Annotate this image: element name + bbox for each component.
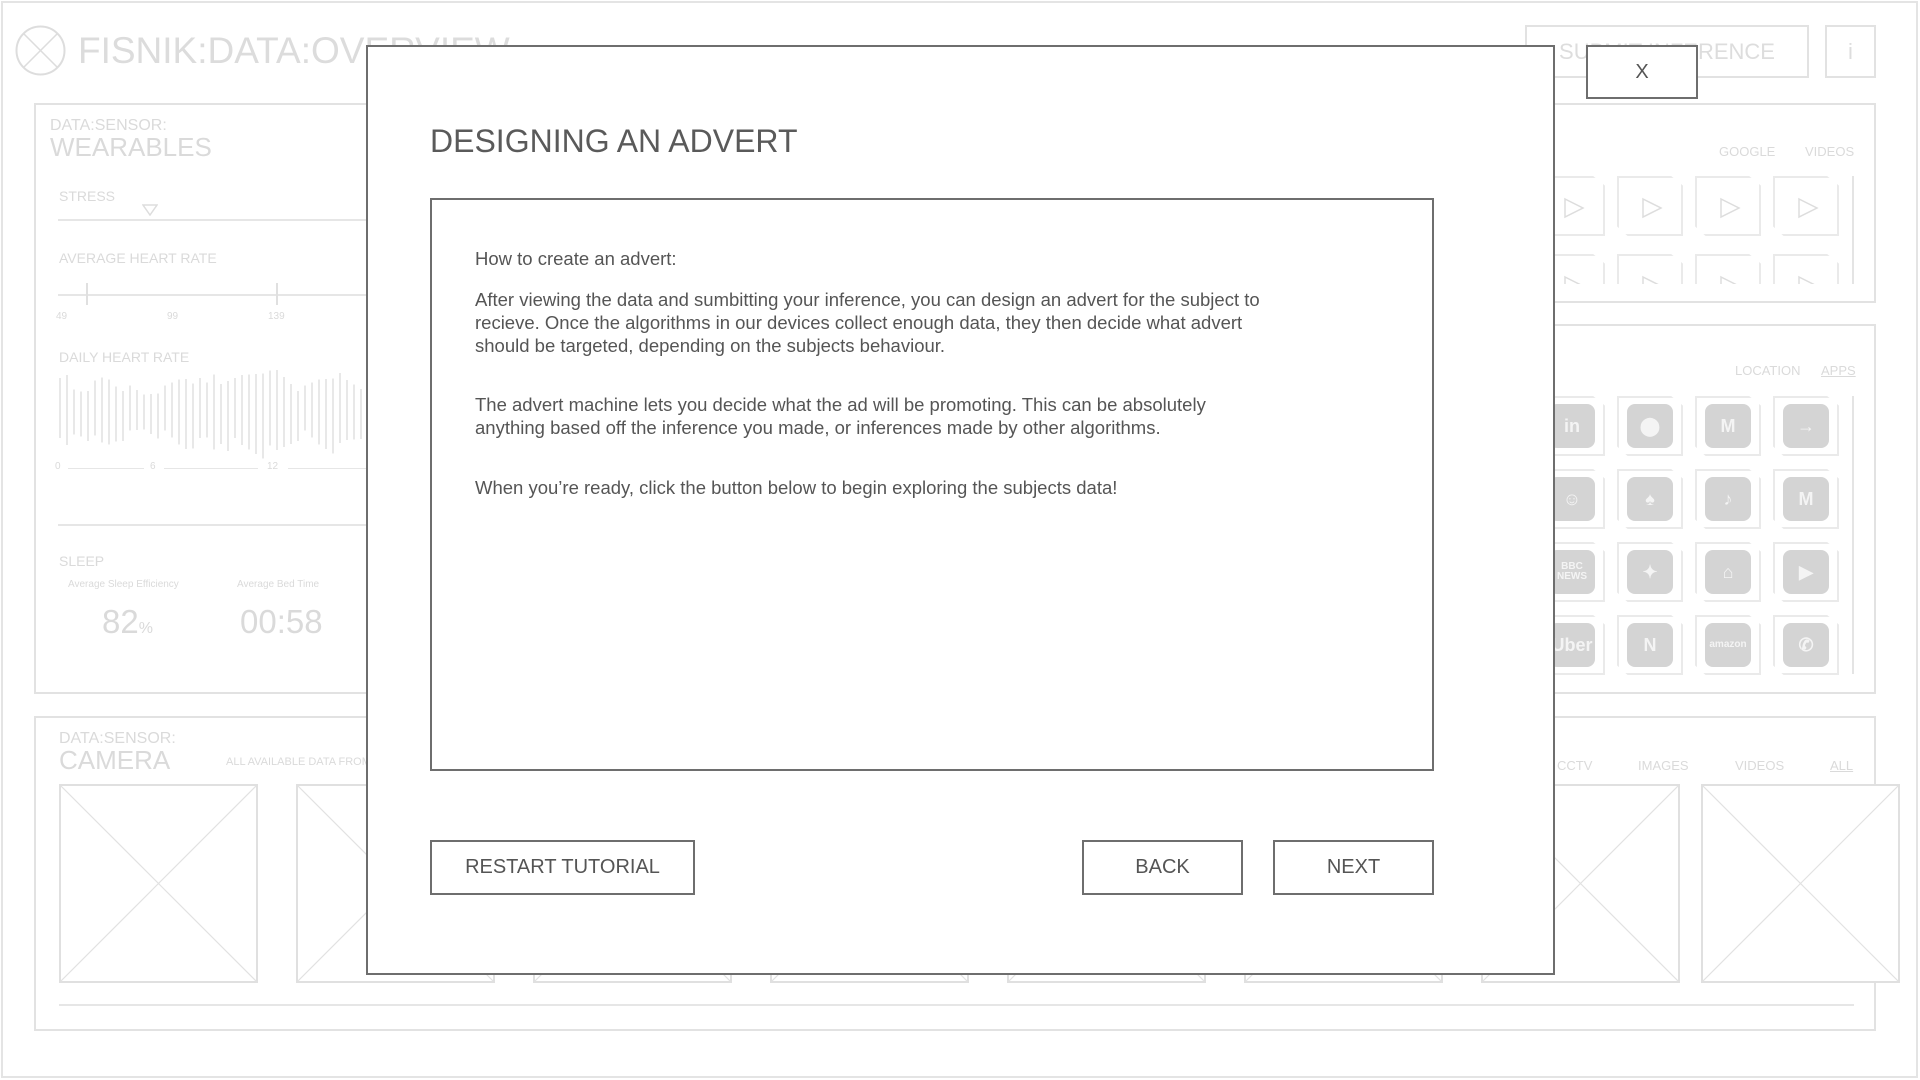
app-tile[interactable]: M — [1773, 469, 1839, 529]
avg-hr-tick: 99 — [167, 311, 179, 322]
app-tile[interactable]: ♪ — [1695, 469, 1761, 529]
avg-hr-tick: 49 — [56, 311, 68, 322]
app-tile[interactable]: ⌂ — [1695, 542, 1761, 602]
app-tile[interactable]: ▶ — [1773, 542, 1839, 602]
stress-slider[interactable] — [58, 219, 378, 221]
app-tile[interactable]: ✆ — [1773, 615, 1839, 675]
tab-apps[interactable]: APPS — [1821, 363, 1856, 378]
sleep-efficiency-label: Average Sleep Efficiency — [68, 579, 179, 590]
modal-text-line: The advert machine lets you decide what … — [475, 394, 1206, 415]
modal-text-line: After viewing the data and sumbitting yo… — [475, 289, 1260, 310]
play-icon — [1564, 275, 1585, 284]
barclays-eagle-icon: ♠ — [1627, 477, 1673, 521]
image-placeholder-icon — [1703, 786, 1898, 981]
video-tile[interactable] — [1773, 254, 1839, 284]
bed-time-value: 00:58 — [240, 603, 323, 640]
daily-hr-tick: 0 — [55, 461, 61, 472]
tab-all[interactable]: ALL — [1830, 758, 1853, 773]
bed-time-label: Average Bed Time — [237, 579, 320, 590]
avg-hr-max-marker — [276, 283, 278, 305]
app-tile[interactable]: ⬤ — [1617, 396, 1683, 456]
stress-marker-icon — [142, 204, 158, 216]
app-tile[interactable]: ♠ — [1617, 469, 1683, 529]
play-icon — [1642, 275, 1663, 284]
modal-text-line: When you’re ready, click the button belo… — [475, 477, 1118, 498]
video-scrollbar[interactable] — [1852, 176, 1854, 284]
snapchat-icon: ☺ — [1549, 477, 1595, 521]
video-tile[interactable] — [1695, 254, 1761, 284]
video-tile[interactable] — [1617, 254, 1683, 284]
camera-image-placeholder[interactable] — [1701, 784, 1900, 983]
daily-hr-axis — [68, 468, 144, 469]
back-button[interactable]: BACK — [1082, 840, 1243, 895]
stress-label: STRESS — [59, 188, 116, 204]
restart-tutorial-button[interactable]: RESTART TUTORIAL — [430, 840, 695, 895]
app-tile[interactable]: M — [1695, 396, 1761, 456]
tab-videos-camera[interactable]: VIDEOS — [1735, 758, 1784, 773]
google-maps-icon: ⬤ — [1627, 404, 1673, 448]
sleep-slider — [58, 524, 378, 526]
app-tile[interactable]: → — [1773, 396, 1839, 456]
info-button[interactable]: i — [1825, 25, 1876, 78]
app-tile[interactable]: ✦ — [1617, 542, 1683, 602]
bbc-news-icon: BBC NEWS — [1549, 550, 1595, 594]
play-icon — [1564, 197, 1585, 219]
avg-hr-min-marker — [86, 283, 88, 305]
daily-hr-tick: 6 — [150, 461, 156, 472]
close-button[interactable]: X — [1586, 45, 1698, 99]
google-photos-icon: ✦ — [1627, 550, 1673, 594]
play-icon — [1642, 197, 1663, 219]
video-tile[interactable] — [1773, 176, 1839, 236]
tiktok-icon: ♪ — [1705, 477, 1751, 521]
modal-text-heading: How to create an advert: — [475, 248, 677, 269]
play-icon — [1720, 197, 1741, 219]
play-icon — [1798, 197, 1819, 219]
modal-text-line: should be targeted, depending on the sub… — [475, 335, 946, 356]
camera-image-placeholder[interactable] — [59, 784, 258, 983]
logo-placeholder-icon — [15, 25, 66, 76]
avg-hr-slider — [58, 294, 378, 296]
daily-hr-tick: 12 — [267, 461, 279, 472]
wearables-title: WEARABLES — [50, 132, 212, 162]
linkedin-icon: in — [1549, 404, 1595, 448]
netflix-icon: N — [1627, 623, 1673, 667]
sleep-label: SLEEP — [59, 553, 105, 569]
gmail-m-icon: M — [1705, 404, 1751, 448]
daily-hr-axis — [288, 468, 368, 469]
daily-hr-bars — [59, 370, 362, 459]
tab-location[interactable]: LOCATION — [1735, 363, 1801, 378]
transit-icon: → — [1783, 404, 1829, 448]
image-placeholder-icon — [61, 786, 256, 981]
sleep-efficiency-value: 82% — [102, 603, 153, 640]
tab-cctv[interactable]: CCTV — [1557, 758, 1592, 773]
play-icon — [1798, 275, 1819, 284]
whatsapp-icon: ✆ — [1783, 623, 1829, 667]
google-home-icon: ⌂ — [1705, 550, 1751, 594]
youtube-icon: ▶ — [1783, 550, 1829, 594]
uber-icon: Uber — [1549, 623, 1595, 667]
app-tile[interactable]: amazon — [1695, 615, 1761, 675]
camera-scrollbar[interactable] — [59, 1004, 1854, 1006]
camera-title: CAMERA — [59, 745, 171, 775]
modal-text-line: recieve. Once the algorithms in our devi… — [475, 312, 1243, 333]
camera-subtitle: ALL AVAILABLE DATA FROM — [226, 756, 371, 768]
avg-hr-label: AVERAGE HEART RATE — [59, 250, 217, 266]
tab-google[interactable]: GOOGLE — [1719, 144, 1775, 159]
apps-scrollbar[interactable] — [1852, 396, 1854, 674]
modal-title: DESIGNING AN ADVERT — [430, 123, 798, 159]
gmail-icon: M — [1783, 477, 1829, 521]
next-button[interactable]: NEXT — [1273, 840, 1434, 895]
tab-videos[interactable]: VIDEOS — [1805, 144, 1854, 159]
play-icon — [1720, 275, 1741, 284]
video-tile[interactable] — [1617, 176, 1683, 236]
app-tile[interactable]: N — [1617, 615, 1683, 675]
tab-images[interactable]: IMAGES — [1638, 758, 1689, 773]
video-tile[interactable] — [1695, 176, 1761, 236]
daily-hr-axis — [164, 468, 258, 469]
amazon-icon: amazon — [1705, 623, 1751, 667]
avg-hr-tick: 139 — [268, 311, 285, 322]
modal-text-line: anything based off the inference you mad… — [475, 417, 1161, 438]
